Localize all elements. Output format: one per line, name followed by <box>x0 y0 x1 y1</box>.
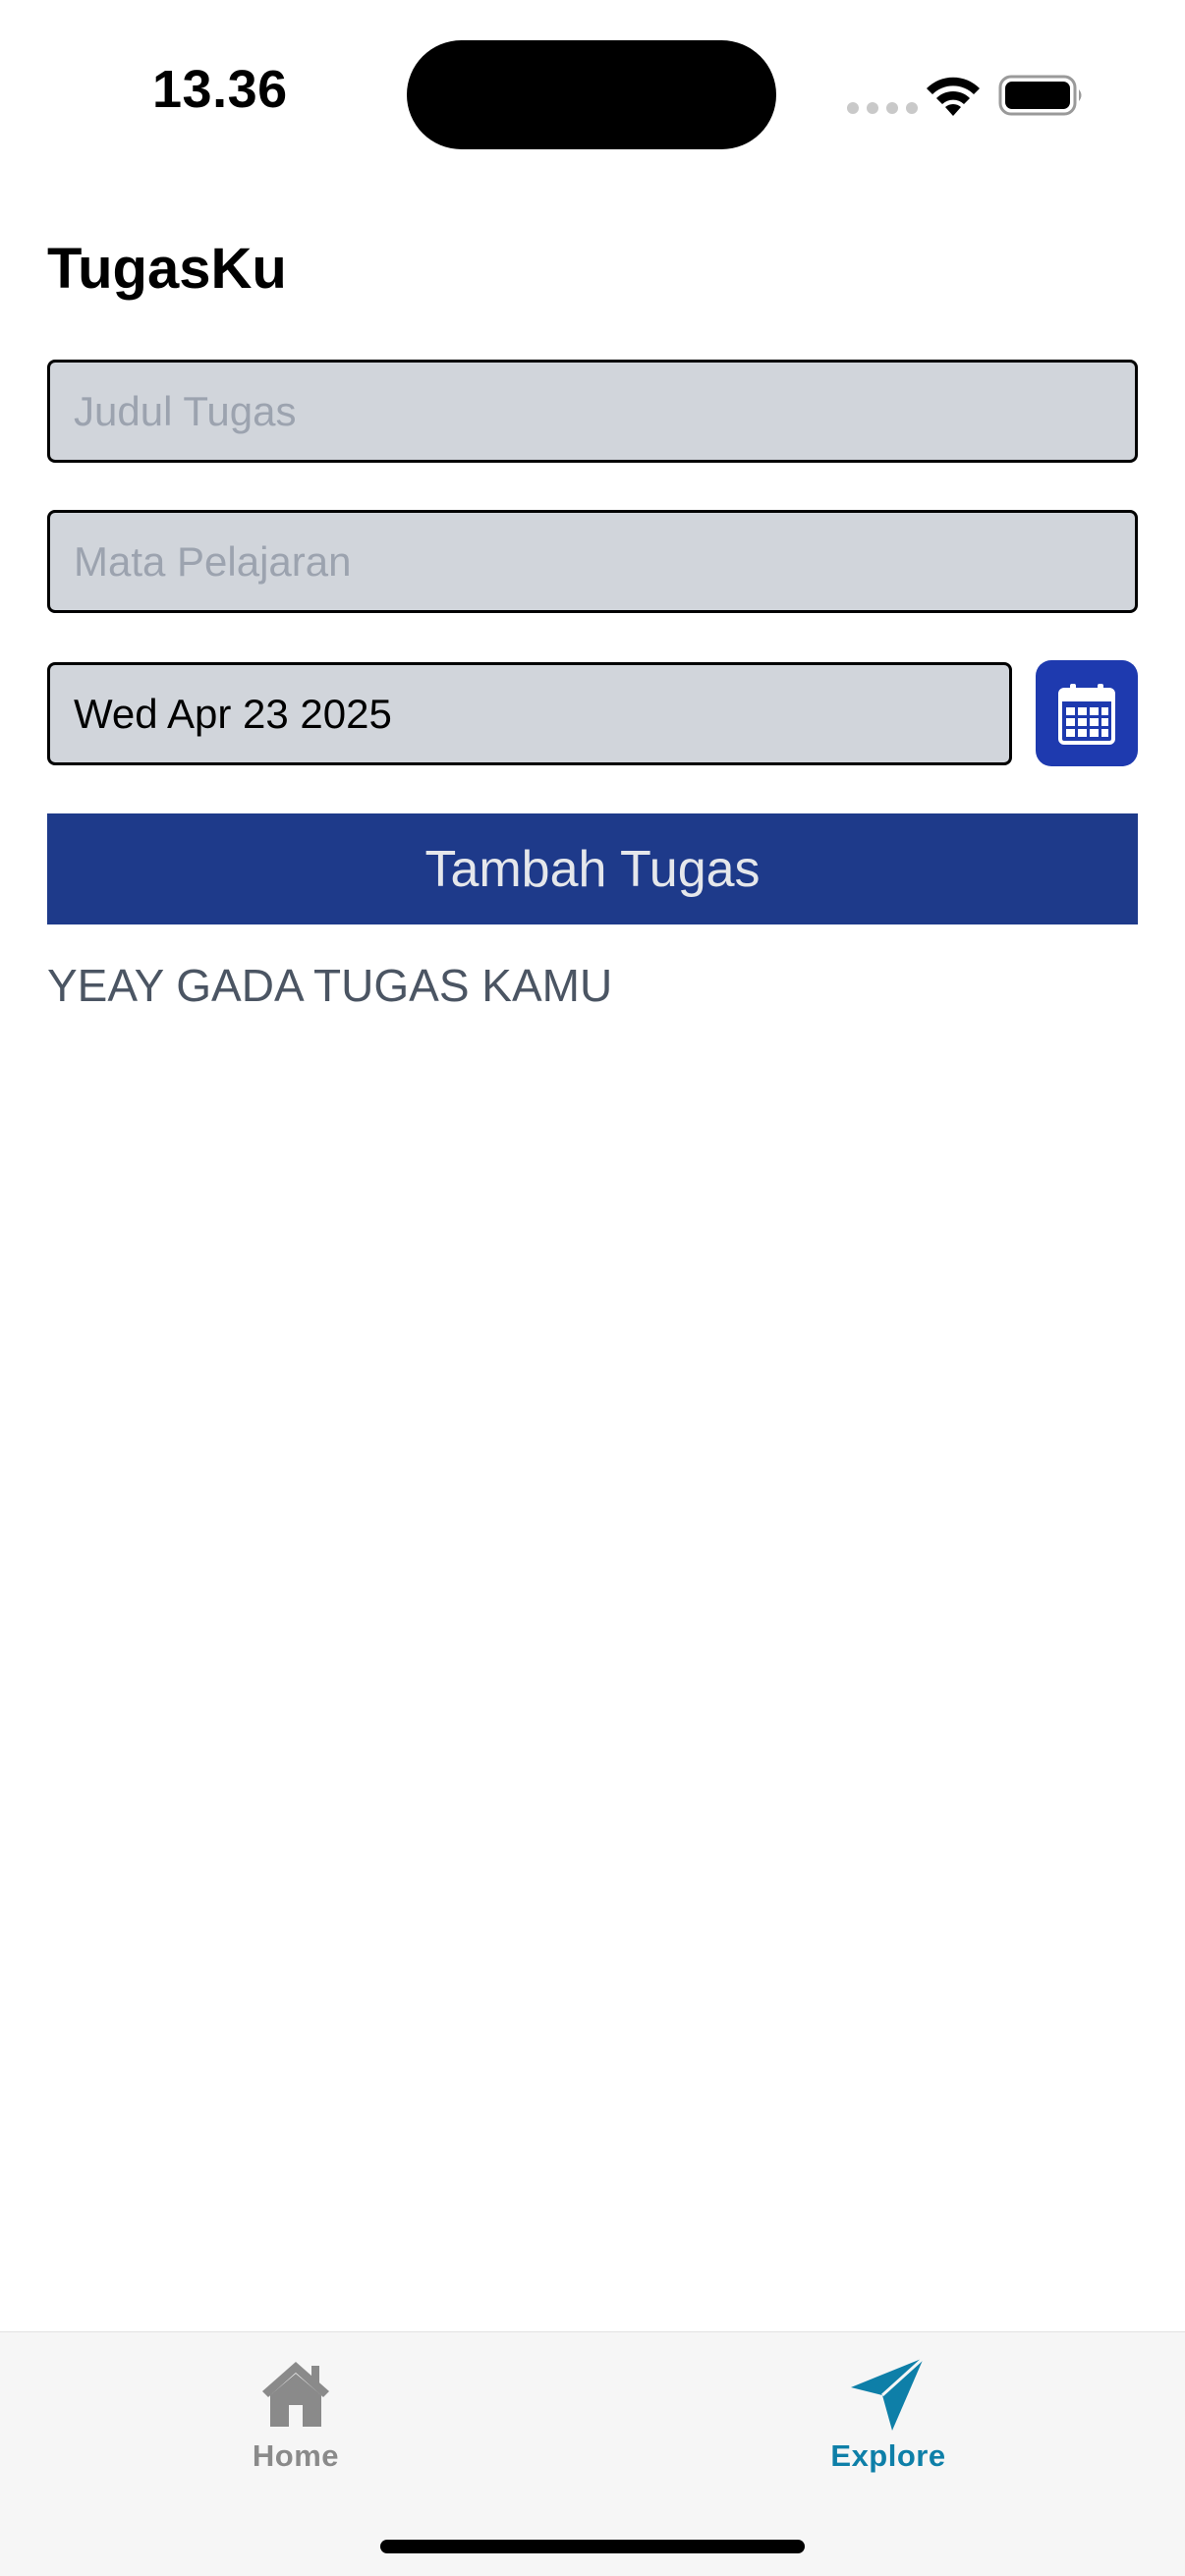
status-time: 13.36 <box>152 60 288 119</box>
cellular-signal-icon <box>847 102 918 114</box>
tab-explore-label: Explore <box>830 2438 946 2473</box>
due-date-value: Wed Apr 23 2025 <box>74 690 392 737</box>
home-icon <box>262 2362 329 2427</box>
tab-home-label: Home <box>252 2438 340 2473</box>
paper-plane-icon <box>851 2356 926 2431</box>
date-picker-button[interactable] <box>1036 660 1138 766</box>
due-date-field[interactable]: Wed Apr 23 2025 <box>47 662 1012 765</box>
battery-icon <box>998 75 1082 116</box>
task-title-input[interactable] <box>47 360 1138 463</box>
subject-input[interactable] <box>47 510 1138 613</box>
empty-tasks-message: YEAY GADA TUGAS KAMU <box>47 960 613 1011</box>
add-task-button[interactable]: Tambah Tugas <box>47 813 1138 924</box>
home-indicator[interactable] <box>380 2540 805 2553</box>
tab-home[interactable]: Home <box>148 2354 443 2482</box>
page-title: TugasKu <box>47 237 287 301</box>
add-task-button-label: Tambah Tugas <box>424 840 761 898</box>
dynamic-island <box>407 40 776 149</box>
tab-explore[interactable]: Explore <box>741 2354 1036 2482</box>
calendar-icon <box>1058 684 1115 745</box>
status-bar: 13.36 <box>0 0 1185 177</box>
wifi-icon <box>927 77 980 116</box>
